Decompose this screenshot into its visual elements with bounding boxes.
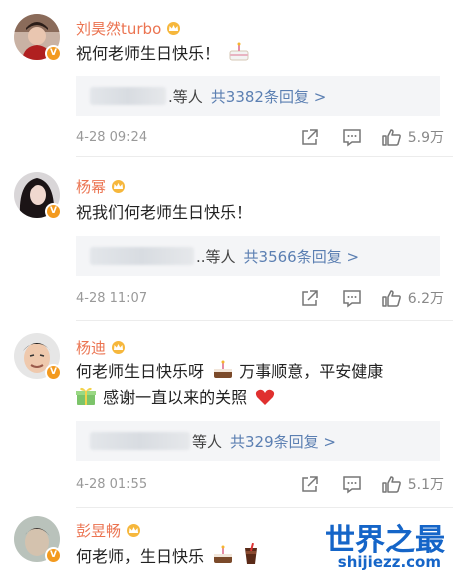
verified-badge-icon: V (45, 547, 62, 564)
divider (76, 320, 453, 321)
comment-text: 何老师生日快乐呀 万事顺意，平安健康 (76, 360, 384, 381)
comment-icon[interactable] (341, 475, 363, 494)
comment-text: 祝我们何老师生日快乐！ (76, 203, 253, 222)
drink-icon (245, 543, 258, 564)
timestamp: 4-28 11:07 (76, 290, 148, 306)
verified-badge-icon: V (45, 364, 62, 381)
like-count: 6.2万 (407, 291, 444, 307)
timestamp: 4-28 09:24 (76, 129, 148, 145)
comment-text: 何老师，生日快乐 (76, 543, 260, 570)
comment-icon[interactable] (341, 289, 363, 308)
like-count: 5.1万 (407, 477, 444, 493)
thumbs-up-icon (381, 475, 401, 493)
view-replies-link[interactable]: 共3382条回复 > (211, 86, 327, 107)
like-button[interactable]: 5.1万 (381, 474, 444, 494)
blurred-names (90, 432, 190, 450)
crown-icon (167, 22, 181, 35)
username[interactable]: 刘昊然turbo (76, 18, 161, 39)
like-button[interactable]: 5.9万 (381, 127, 444, 147)
divider (76, 156, 453, 157)
comment-text-line2: 感谢一直以来的关照 (76, 385, 275, 411)
username[interactable]: 杨迪 (76, 337, 106, 358)
verified-badge-icon: V (45, 203, 62, 220)
blurred-names (90, 87, 166, 105)
view-replies-link[interactable]: 共3566条回复 > (244, 246, 360, 267)
verified-badge-icon: V (45, 45, 62, 62)
comment-icon[interactable] (341, 128, 363, 147)
thumbs-up-icon (381, 289, 401, 307)
crown-icon (127, 524, 141, 537)
thumbs-up-icon (381, 128, 401, 146)
share-icon[interactable] (299, 128, 321, 147)
comment-item: V 杨迪 何老师生日快乐呀 万事顺意，平安健康 感谢一直以来的关照 等人 共32… (0, 333, 453, 508)
cake-icon (229, 42, 249, 61)
avatar[interactable]: V (14, 333, 62, 381)
avatar[interactable]: V (14, 516, 62, 564)
username[interactable]: 杨幂 (76, 176, 106, 197)
view-replies-link[interactable]: 共329条回复 > (230, 431, 336, 452)
crown-icon (112, 180, 126, 193)
comment-text: 祝何老师生日快乐！ (76, 41, 250, 67)
gift-icon (76, 387, 96, 405)
timestamp: 4-28 01:55 (76, 476, 148, 492)
like-count: 5.9万 (407, 130, 444, 146)
reply-others: 等人 (192, 432, 223, 451)
share-icon[interactable] (299, 475, 321, 494)
avatar[interactable]: V (14, 172, 62, 220)
reply-summary[interactable]: .等人 共3382条回复 > (76, 76, 440, 116)
username[interactable]: 彭昱畅 (76, 520, 121, 541)
like-button[interactable]: 6.2万 (381, 288, 444, 308)
reply-summary[interactable]: ..等人 共3566条回复 > (76, 236, 440, 276)
share-icon[interactable] (299, 289, 321, 308)
cake-icon (214, 545, 233, 563)
watermark-logo: 世界之最 shijiezz.com (297, 515, 447, 575)
heart-icon (256, 389, 275, 405)
blurred-names (90, 247, 194, 265)
comment-item: V 杨幂 祝我们何老师生日快乐！ ..等人 共3566条回复 > 4-28 11… (0, 172, 453, 321)
cake-icon (214, 360, 233, 378)
reply-others: ..等人 (196, 247, 236, 266)
watermark-url: shijiezz.com (337, 553, 441, 571)
reply-others: .等人 (168, 87, 203, 106)
avatar[interactable]: V (14, 14, 62, 62)
comment-item: V 刘昊然turbo 祝何老师生日快乐！ .等人 共3382条回复 > 4-28… (0, 14, 453, 164)
crown-icon (112, 341, 126, 354)
divider (76, 507, 453, 508)
reply-summary[interactable]: 等人 共329条回复 > (76, 421, 440, 461)
